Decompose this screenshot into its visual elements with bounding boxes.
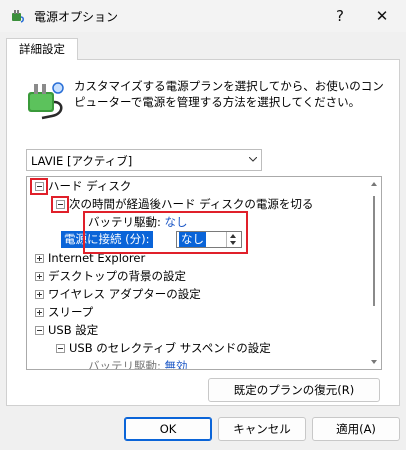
expand-icon[interactable] — [35, 308, 44, 317]
power-options-icon — [12, 10, 24, 23]
restore-defaults-button[interactable]: 既定のプランの復元(R) — [208, 378, 380, 402]
ok-button[interactable]: OK — [124, 417, 212, 441]
collapse-icon[interactable] — [56, 344, 65, 353]
expand-icon[interactable] — [35, 254, 44, 263]
scroll-up-icon[interactable] — [371, 182, 377, 186]
tree-item-sleep[interactable]: スリープ — [48, 303, 93, 321]
tree-item-usb-selective-suspend[interactable]: USB のセレクティブ サスペンドの設定 — [69, 339, 271, 357]
window-title: 電源オプション — [34, 10, 119, 24]
close-button[interactable]: ✕ — [362, 0, 402, 32]
setting-value: 無効 — [164, 359, 188, 370]
scroll-thumb[interactable] — [373, 196, 375, 306]
description-text: カスタマイズする電源プランを選択してから、お使いのコンピューターで電源を管理する… — [74, 79, 384, 109]
expand-icon[interactable] — [35, 290, 44, 299]
power-plan-dropdown[interactable]: LAVIE [アクティブ] — [26, 149, 262, 171]
annotation-box-hard-disk-toggle — [30, 178, 48, 195]
power-plan-value: LAVIE [アクティブ] — [31, 154, 133, 168]
cancel-button[interactable]: キャンセル — [218, 417, 306, 441]
tree-item-hard-disk[interactable]: ハード ディスク — [48, 177, 131, 195]
setting-label: バッテリ駆動: — [88, 359, 161, 370]
annotation-box-turn-off-toggle — [51, 196, 69, 213]
settings-tree[interactable]: ハード ディスク 次の時間が経過後ハード ディスクの電源を切る バッテリ駆動: … — [26, 176, 382, 370]
chevron-down-icon — [249, 157, 257, 162]
expand-icon[interactable] — [35, 272, 44, 281]
annotation-box-settings — [83, 211, 248, 254]
title-bar: 電源オプション ? ✕ — [0, 0, 406, 32]
power-plan-icon — [28, 82, 64, 120]
tree-item-usb-on-battery[interactable]: バッテリ駆動: 無効 — [88, 357, 188, 370]
tree-item-usb-settings[interactable]: USB 設定 — [48, 321, 98, 339]
apply-button[interactable]: 適用(A) — [312, 417, 400, 441]
tree-item-wireless-adapter[interactable]: ワイヤレス アダプターの設定 — [48, 285, 201, 303]
tab-advanced-settings[interactable]: 詳細設定 — [6, 38, 78, 60]
scroll-down-icon[interactable] — [371, 360, 377, 364]
collapse-icon[interactable] — [35, 326, 44, 335]
help-button[interactable]: ? — [320, 0, 360, 32]
tree-scrollbar[interactable] — [368, 178, 380, 368]
tree-item-desktop-background[interactable]: デスクトップの背景の設定 — [48, 267, 186, 285]
